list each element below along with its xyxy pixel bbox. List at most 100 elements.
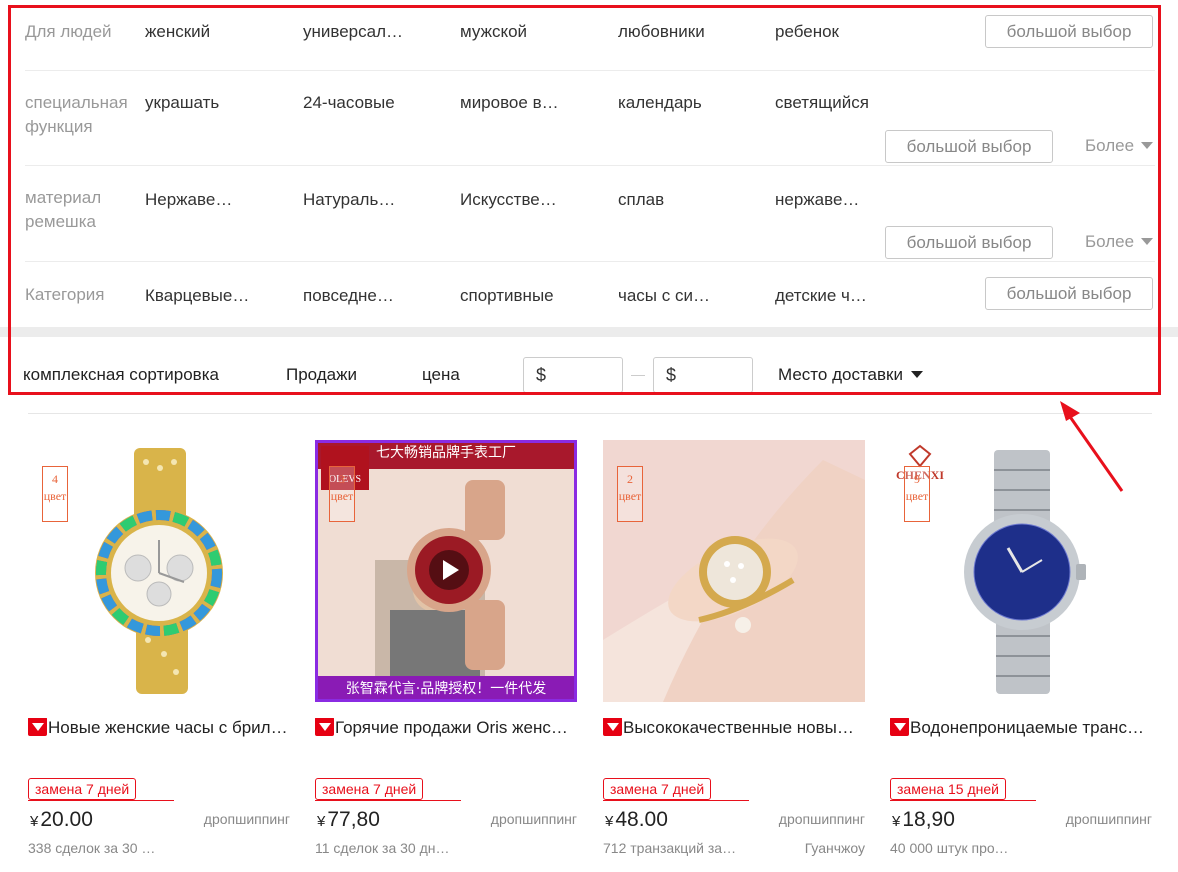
deals-count: 712 транзакций за 30 дней [603,840,738,856]
banner-bottom-text: 张智霖代言·品牌授权！一件代发 [345,681,547,697]
big-choice-button[interactable]: большой выбор [885,130,1053,163]
filter-option[interactable]: мужской [460,20,570,44]
filter-row-category: Категория Кварцевые часы повседневные сп… [25,262,1155,322]
filter-option[interactable]: любовники [618,20,728,44]
delivery-location-dropdown[interactable]: Место доставки [778,365,923,385]
filter-option[interactable]: мировое время [460,91,566,115]
product-image[interactable]: 4 цвет [28,440,290,702]
filter-option[interactable]: Натуральная [303,188,403,212]
filter-option[interactable]: светящийся [775,91,890,115]
section-separator [0,327,1178,337]
product-card[interactable]: 2 цвет Высококачественные новые часы заме… [603,440,865,870]
price-value: 77,80 [327,808,380,831]
filter-option[interactable]: украшать [145,91,255,115]
filter-label: Категория [25,285,105,304]
filter-option[interactable]: Искусственная [460,188,566,212]
product-title-row: Новые женские часы с бриллиантами [28,718,290,740]
product-title[interactable]: Высококачественные новые часы [623,718,863,738]
tag-underline [315,800,461,801]
pointer-arrow-icon [1060,401,1124,492]
price-value: 20.00 [40,808,93,831]
tag-underline [603,800,749,801]
filter-row-function: специальная функция украшать 24-часовые … [25,71,1155,166]
color-unit: цвет [330,489,354,503]
color-count-badge: 4 цвет [42,466,68,522]
price-min-input[interactable]: $ [523,357,623,393]
color-unit: цвет [43,489,67,503]
divider [28,413,1152,414]
caret-down-icon [1141,141,1154,149]
product-card[interactable]: 七大畅销品牌手表工厂 OLEVS 张智霖代言·品牌授权！一件代发 3 цвет Г… [315,440,577,870]
filter-option[interactable]: женский [145,20,255,44]
price-max-input[interactable]: $ [653,357,753,393]
big-choice-button[interactable]: большой выбор [985,277,1153,310]
return-tag: замена 7 дней [315,778,424,800]
currency-symbol: ¥ [317,813,326,830]
filter-option[interactable]: универсальный [303,20,411,44]
color-count: 9 [914,472,920,486]
filter-option[interactable]: детские часы [775,284,875,308]
product-card[interactable]: 4цвет Новые женские часы с бриллиантами … [28,440,290,870]
tmall-icon [890,718,909,736]
filter-option[interactable]: календарь [618,91,728,115]
dropship-label: дропшиппинг [1065,811,1152,827]
filter-option[interactable]: Кварцевые часы [145,284,253,308]
more-toggle[interactable]: Более [1085,134,1154,158]
product-title-row: Горячие продажи Oris женские часы [315,718,577,740]
deals-count: 40 000 штук продано [890,840,1015,856]
seller-city: Гуанчжоу [804,840,865,856]
product-title[interactable]: Горячие продажи Oris женские часы [335,718,575,738]
banner-top-text: 七大畅销品牌手表工厂 [376,445,516,461]
product-price: ¥20.00 [30,808,93,832]
color-count: 3 [339,472,345,486]
color-unit: цвет [905,489,929,503]
filter-option[interactable]: спортивные [460,284,560,308]
tag-underline [890,800,1036,801]
more-label: Более [1085,136,1135,155]
more-label: Более [1085,232,1135,251]
filter-option[interactable]: сплав [618,188,728,212]
tag-underline [28,800,174,801]
caret-down-icon [1141,237,1154,245]
sort-sales[interactable]: Продажи [286,365,357,385]
filter-option[interactable]: 24-часовые [303,91,409,115]
price-value: 48.00 [615,808,668,831]
product-title[interactable]: Водонепроницаемые трансграничные часы [910,718,1150,738]
currency-symbol: ¥ [30,813,39,830]
product-price: ¥18,90 [892,808,955,832]
filter-option[interactable]: Нержавеющая [145,188,245,212]
product-image[interactable]: 2 цвет [603,440,865,702]
big-choice-button[interactable]: большой выбор [885,226,1053,259]
dropship-label: дропшиппинг [490,811,577,827]
filter-label: материал ремешка [25,188,102,231]
sort-price[interactable]: цена [422,365,460,385]
deals-count: 11 сделок за 30 дней [315,840,450,856]
color-unit: цвет [618,489,642,503]
filter-option[interactable]: нержавеющая [775,188,871,212]
color-count: 4 [52,472,58,486]
product-title[interactable]: Новые женские часы с бриллиантами [48,718,288,738]
return-tag: замена 7 дней [28,778,137,800]
sort-comprehensive[interactable]: комплексная сортировка [23,365,219,385]
filter-option[interactable]: повседневные [303,284,401,308]
more-toggle[interactable]: Более [1085,230,1154,254]
currency-symbol: ¥ [892,813,901,830]
color-count-badge: 3 цвет [329,466,355,522]
filter-label: специальная функция [25,93,128,136]
product-price: ¥48.00 [605,808,668,832]
product-title-row: Высококачественные новые часы [603,718,865,740]
price-value: 18,90 [902,808,955,831]
tmall-icon [603,718,622,736]
dropship-label: дропшиппинг [778,811,865,827]
color-count-badge: 2 цвет [617,466,643,522]
tmall-icon [315,718,334,736]
big-choice-button[interactable]: большой выбор [985,15,1153,48]
filter-label: Для людей [25,22,112,41]
tmall-icon [28,718,47,736]
filter-panel: Для людей женский универсальный мужской … [0,0,1178,330]
product-image[interactable]: 七大畅销品牌手表工厂 OLEVS 张智霖代言·品牌授权！一件代发 3 цвет [315,440,577,702]
filter-option[interactable]: часы с силиконом [618,284,718,308]
product-title-row: Водонепроницаемые трансграничные часы [890,718,1152,740]
filter-option[interactable]: ребенок [775,20,885,44]
price-range-dash [631,375,645,376]
